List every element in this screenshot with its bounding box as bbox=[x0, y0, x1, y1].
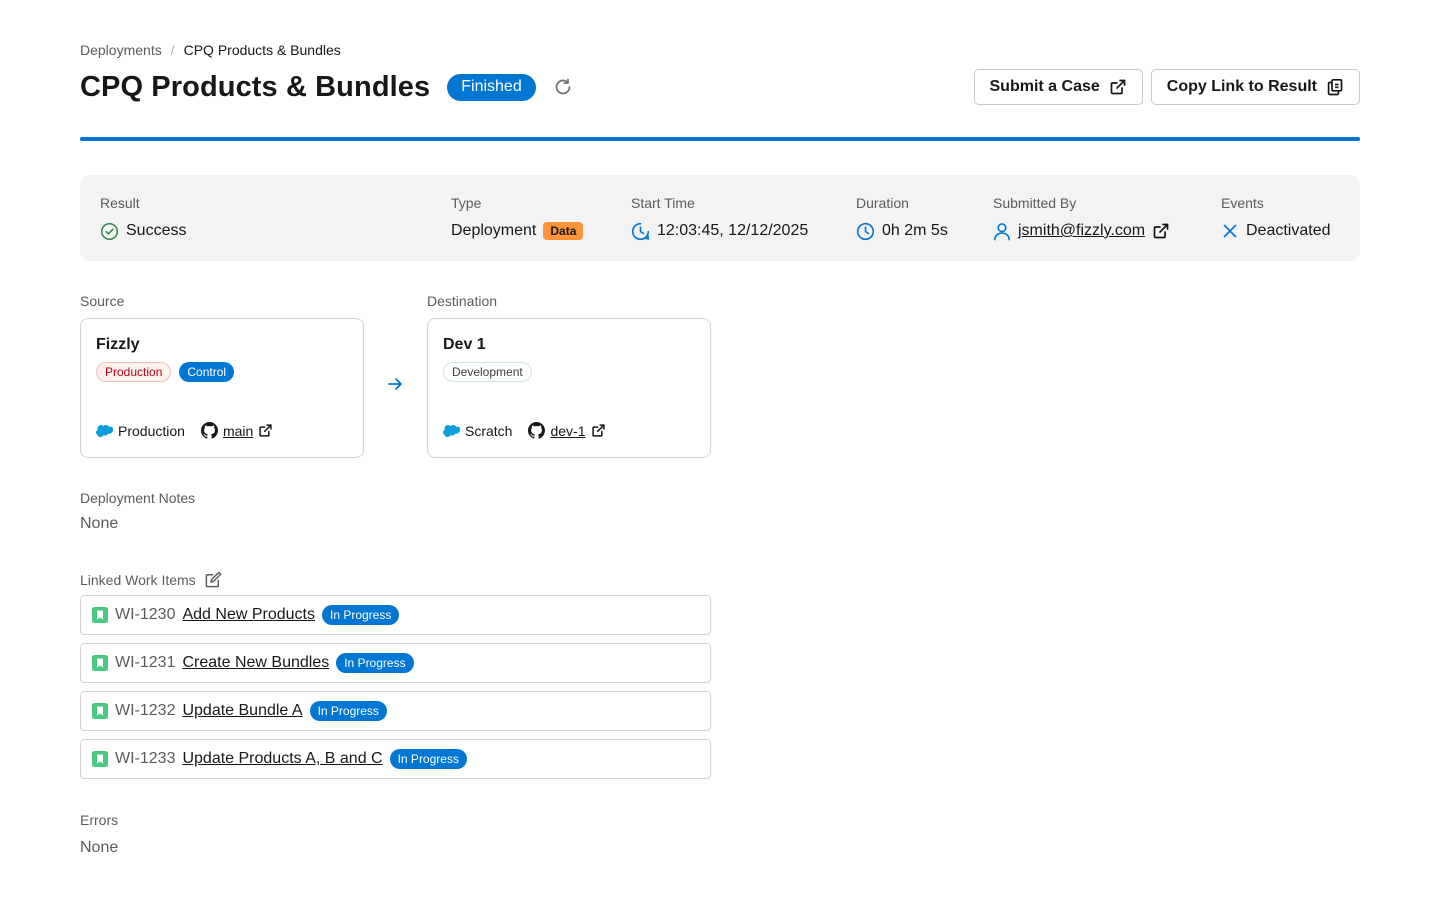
page-title: CPQ Products & Bundles bbox=[80, 70, 431, 103]
deployment-notes-value: None bbox=[80, 515, 119, 532]
refresh-button[interactable] bbox=[552, 76, 574, 98]
user-icon bbox=[994, 222, 1010, 240]
duration-value: 0h 2m 5s bbox=[882, 222, 948, 239]
title-row: CPQ Products & Bundles Finished bbox=[80, 70, 574, 104]
source-branch-link[interactable]: main bbox=[223, 423, 253, 439]
summary-start-time: Start Time 12:03:45, 12/12/2025 bbox=[631, 195, 808, 241]
story-bookmark-icon bbox=[92, 703, 108, 719]
errors-label: Errors bbox=[80, 812, 119, 828]
destination-org-card: Dev 1 Development Scratch dev-1 bbox=[427, 318, 711, 458]
breadcrumb-deployments-link[interactable]: Deployments bbox=[80, 42, 162, 58]
github-icon bbox=[200, 422, 218, 439]
external-link-icon[interactable] bbox=[1152, 222, 1170, 240]
events-label: Events bbox=[1221, 195, 1264, 211]
work-item-status-badge: In Progress bbox=[321, 605, 400, 625]
work-item-status-badge: In Progress bbox=[309, 701, 387, 721]
result-label: Result bbox=[100, 195, 140, 211]
destination-org-name: Dev 1 bbox=[443, 336, 486, 353]
submitted-by-label: Submitted By bbox=[993, 195, 1077, 211]
work-item-status-badge: In Progress bbox=[336, 653, 414, 673]
submit-case-button[interactable]: Submit a Case bbox=[973, 69, 1143, 105]
summary-panel: Result Success Type Deployment Data Star… bbox=[80, 175, 1360, 261]
control-tag: Control bbox=[179, 362, 235, 382]
start-time-label: Start Time bbox=[631, 195, 695, 211]
work-item-title-link[interactable]: Add New Products bbox=[182, 606, 315, 624]
summary-duration: Duration 0h 2m 5s bbox=[856, 195, 948, 241]
summary-type: Type Deployment Data bbox=[451, 195, 584, 241]
type-value: Deployment bbox=[451, 222, 537, 239]
work-item-title-link[interactable]: Create New Bundles bbox=[182, 654, 329, 672]
salesforce-cloud-icon bbox=[96, 424, 113, 437]
source-org-name: Fizzly bbox=[96, 336, 140, 353]
arrow-right-icon bbox=[388, 378, 402, 390]
breadcrumb: Deployments / CPQ Products & Bundles bbox=[80, 42, 341, 58]
breadcrumb-separator: / bbox=[170, 42, 175, 58]
work-item-key: WI-1232 bbox=[115, 702, 176, 719]
production-tag: Production bbox=[96, 362, 172, 382]
source-org-card: Fizzly Production Control Production mai… bbox=[80, 318, 364, 458]
deployment-notes-label: Deployment Notes bbox=[80, 490, 196, 506]
development-tag: Development bbox=[443, 362, 532, 382]
work-item-row[interactable]: WI-1230 Add New Products In Progress bbox=[80, 595, 711, 635]
status-badge: Finished bbox=[447, 73, 536, 101]
copy-link-label: Copy Link to Result bbox=[1166, 78, 1317, 95]
work-item-title-link[interactable]: Update Bundle A bbox=[182, 702, 302, 720]
summary-events: Events Deactivated bbox=[1221, 195, 1331, 241]
destination-label: Destination bbox=[427, 293, 498, 309]
github-icon bbox=[528, 422, 546, 439]
source-org-type: Production bbox=[118, 422, 185, 439]
clock-icon bbox=[856, 222, 875, 240]
linked-work-items-label: Linked Work Items bbox=[80, 571, 196, 588]
external-link-icon[interactable] bbox=[258, 423, 273, 438]
summary-submitted-by: Submitted By jsmith@fizzly.com bbox=[993, 195, 1170, 241]
work-item-row[interactable]: WI-1233 Update Products A, B and C In Pr… bbox=[80, 739, 711, 779]
work-item-key: WI-1233 bbox=[115, 750, 176, 767]
submit-case-label: Submit a Case bbox=[989, 78, 1100, 95]
story-bookmark-icon bbox=[92, 751, 108, 767]
type-label: Type bbox=[451, 195, 482, 211]
story-bookmark-icon bbox=[92, 607, 108, 623]
external-link-icon[interactable] bbox=[591, 423, 606, 438]
result-value: Success bbox=[126, 222, 187, 239]
header-actions: Submit a Case Copy Link to Result bbox=[973, 69, 1360, 105]
events-value: Deactivated bbox=[1246, 222, 1331, 239]
destination-branch-link[interactable]: dev-1 bbox=[550, 423, 585, 439]
work-item-title-link[interactable]: Update Products A, B and C bbox=[182, 750, 382, 768]
copy-icon bbox=[1327, 78, 1343, 96]
source-label: Source bbox=[80, 293, 125, 309]
work-item-key: WI-1231 bbox=[115, 654, 176, 671]
work-item-row[interactable]: WI-1231 Create New Bundles In Progress bbox=[80, 643, 711, 683]
linked-work-items-header: Linked Work Items bbox=[80, 570, 223, 589]
duration-label: Duration bbox=[856, 195, 909, 211]
salesforce-cloud-icon bbox=[443, 424, 460, 437]
data-tag: Data bbox=[543, 222, 584, 240]
summary-result: Result Success bbox=[100, 195, 186, 241]
start-time-value: 12:03:45, 12/12/2025 bbox=[657, 222, 809, 239]
errors-value: None bbox=[80, 839, 119, 856]
work-item-status-badge: In Progress bbox=[389, 749, 467, 769]
submitter-email-link[interactable]: jsmith@fizzly.com bbox=[1018, 222, 1145, 240]
refresh-icon bbox=[555, 78, 571, 95]
destination-org-type: Scratch bbox=[465, 422, 513, 439]
external-link-icon bbox=[1110, 79, 1126, 95]
copy-link-button[interactable]: Copy Link to Result bbox=[1150, 69, 1360, 105]
edit-icon[interactable] bbox=[204, 570, 223, 589]
breadcrumb-current: CPQ Products & Bundles bbox=[183, 42, 341, 58]
clock-icon bbox=[631, 222, 650, 240]
story-bookmark-icon bbox=[92, 655, 108, 671]
work-item-row[interactable]: WI-1232 Update Bundle A In Progress bbox=[80, 691, 711, 731]
header-divider bbox=[80, 137, 1360, 141]
close-icon bbox=[1223, 224, 1237, 238]
work-item-key: WI-1230 bbox=[115, 606, 176, 623]
success-check-icon bbox=[100, 222, 119, 240]
